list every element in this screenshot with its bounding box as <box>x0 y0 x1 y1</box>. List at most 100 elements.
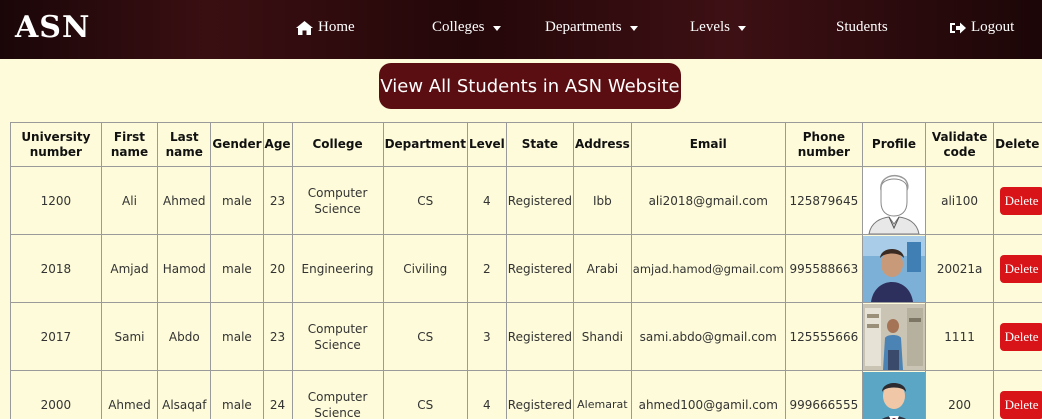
nav-home[interactable]: Home <box>296 19 355 36</box>
caret-down-icon <box>737 26 746 31</box>
header-last-name: Last name <box>157 122 212 167</box>
header-state: State <box>505 122 574 167</box>
cell-level: 4 <box>466 370 507 419</box>
table-row: 1200 Ali Ahmed male 23 Computer Science … <box>10 166 1042 235</box>
cell-address: Alemarat <box>572 370 632 419</box>
cell-address: Ibb <box>572 166 632 235</box>
cell-email: sami.abdo@gmail.com <box>630 302 786 371</box>
profile-sketch-avatar-icon <box>862 167 925 234</box>
profile-photo-icon <box>862 235 925 302</box>
cell-department: Civiling <box>382 234 468 303</box>
header-validate-code: Validate code <box>924 122 995 167</box>
delete-button[interactable]: Delete <box>999 186 1042 215</box>
table-row: 2017 Sami Abdo male 23 Computer Science … <box>10 302 1042 371</box>
header-address: Address <box>572 122 632 167</box>
nav-levels-label: Levels <box>690 19 730 35</box>
header-delete: Delete <box>993 122 1042 167</box>
profile-photo-icon <box>862 303 925 370</box>
header-first-name: First name <box>100 122 159 167</box>
header-gender: Gender <box>210 122 264 167</box>
nav-home-label: Home <box>318 19 355 35</box>
cell-last-name: Hamod <box>157 234 212 303</box>
table-header-row: University number First name Last name G… <box>10 122 1042 167</box>
cell-state: Registered <box>505 166 574 235</box>
cell-department: CS <box>382 302 468 371</box>
logout-icon <box>950 21 966 35</box>
cell-profile <box>861 370 926 419</box>
students-table-container: University number First name Last name G… <box>10 122 1042 419</box>
cell-university-number: 1200 <box>10 166 102 235</box>
header-profile: Profile <box>861 122 926 167</box>
header-age: Age <box>262 122 293 167</box>
brand-logo[interactable]: ASN <box>15 10 90 45</box>
nav-levels-dropdown[interactable]: Levels <box>690 19 746 36</box>
cell-level: 2 <box>466 234 507 303</box>
cell-college: Engineering <box>291 234 384 303</box>
cell-state: Registered <box>505 234 574 303</box>
cell-university-number: 2000 <box>10 370 102 419</box>
cell-last-name: Ahmed <box>157 166 212 235</box>
cell-age: 20 <box>262 234 293 303</box>
cell-first-name: Sami <box>100 302 159 371</box>
nav-students-label: Students <box>836 19 888 35</box>
cell-email: ahmed100@gamil.com <box>630 370 786 419</box>
cell-profile <box>861 166 926 235</box>
table-row: 2018 Amjad Hamod male 20 Engineering Civ… <box>10 234 1042 303</box>
cell-delete: Delete <box>993 234 1042 303</box>
table-row: 2000 Ahmed Alsaqaf male 24 Computer Scie… <box>10 370 1042 419</box>
cell-first-name: Amjad <box>100 234 159 303</box>
cell-age: 24 <box>262 370 293 419</box>
cell-last-name: Alsaqaf <box>157 370 212 419</box>
cell-email: ali2018@gmail.com <box>630 166 786 235</box>
cell-department: CS <box>382 166 468 235</box>
header-phone-number: Phone number <box>784 122 863 167</box>
header-level: Level <box>466 122 507 167</box>
cell-age: 23 <box>262 166 293 235</box>
cell-age: 23 <box>262 302 293 371</box>
cell-college: Computer Science <box>291 370 384 419</box>
cell-state: Registered <box>505 370 574 419</box>
cell-last-name: Abdo <box>157 302 212 371</box>
delete-button[interactable]: Delete <box>999 322 1042 351</box>
nav-logout-label: Logout <box>971 19 1015 35</box>
cell-validate-code: 1111 <box>924 302 995 371</box>
cell-gender: male <box>210 166 264 235</box>
cell-gender: male <box>210 370 264 419</box>
cell-state: Registered <box>505 302 574 371</box>
cell-gender: male <box>210 234 264 303</box>
cell-profile <box>861 302 926 371</box>
header-university-number: University number <box>10 122 102 167</box>
cell-university-number: 2017 <box>10 302 102 371</box>
cell-profile <box>861 234 926 303</box>
delete-button[interactable]: Delete <box>999 390 1042 419</box>
nav-colleges-dropdown[interactable]: Colleges <box>432 19 501 36</box>
cell-college: Computer Science <box>291 166 384 235</box>
cell-delete: Delete <box>993 302 1042 371</box>
header-department: Department <box>382 122 468 167</box>
caret-down-icon <box>492 26 501 31</box>
nav-colleges-label: Colleges <box>432 19 485 35</box>
profile-avatar-icon <box>862 371 925 419</box>
cell-address: Arabi <box>572 234 632 303</box>
header-college: College <box>291 122 384 167</box>
home-icon <box>296 20 313 35</box>
delete-button[interactable]: Delete <box>999 254 1042 283</box>
cell-address: Shandi <box>572 302 632 371</box>
nav-departments-dropdown[interactable]: Departments <box>545 19 638 36</box>
nav-departments-label: Departments <box>545 19 622 35</box>
cell-phone: 125555666 <box>784 302 863 371</box>
cell-phone: 125879645 <box>784 166 863 235</box>
cell-department: CS <box>382 370 468 419</box>
cell-delete: Delete <box>993 370 1042 419</box>
nav-logout[interactable]: Logout <box>950 19 1014 36</box>
nav-students[interactable]: Students <box>836 19 888 36</box>
students-table: University number First name Last name G… <box>10 122 1042 419</box>
cell-college: Computer Science <box>291 302 384 371</box>
cell-phone: 995588663 <box>784 234 863 303</box>
cell-validate-code: ali100 <box>924 166 995 235</box>
cell-validate-code: 200 <box>924 370 995 419</box>
cell-first-name: Ahmed <box>100 370 159 419</box>
cell-level: 3 <box>466 302 507 371</box>
view-all-students-button[interactable]: View All Students in ASN Website <box>379 63 681 109</box>
cell-delete: Delete <box>993 166 1042 235</box>
